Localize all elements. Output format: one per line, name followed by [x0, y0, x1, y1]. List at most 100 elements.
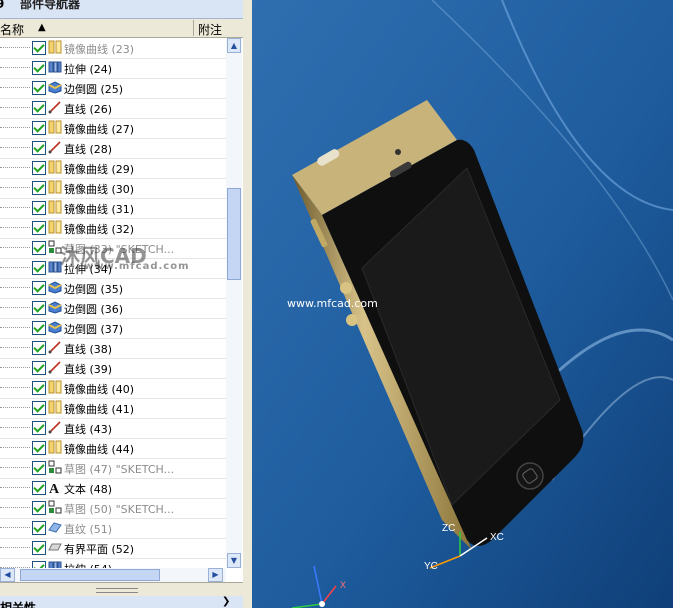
visibility-checkbox[interactable] — [32, 321, 46, 335]
visibility-checkbox[interactable] — [32, 81, 46, 95]
edge-blend-icon — [48, 280, 62, 294]
visibility-checkbox[interactable] — [32, 481, 46, 495]
tree-row[interactable]: 有界平面 (52) — [0, 538, 226, 559]
visibility-checkbox[interactable] — [32, 201, 46, 215]
tree-row-label: 拉伸 (24) — [64, 63, 113, 76]
tree-row[interactable]: 边倒圆 (36) — [0, 298, 226, 319]
visibility-checkbox[interactable] — [32, 101, 46, 115]
tree-connector-line — [0, 447, 30, 448]
column-header: 名称 ▲ 附注 — [0, 19, 243, 38]
tree-row[interactable]: 边倒圆 (35) — [0, 278, 226, 299]
visibility-checkbox[interactable] — [32, 61, 46, 75]
visibility-checkbox[interactable] — [32, 401, 46, 415]
scroll-thumb[interactable] — [227, 188, 241, 280]
pin-icon[interactable]: 9 — [0, 0, 4, 11]
tree-connector-line — [0, 347, 30, 348]
tree-row[interactable]: 镜像曲线 (27) — [0, 118, 226, 139]
expand-chevron-icon[interactable]: ❯ — [222, 596, 230, 607]
scroll-down-button[interactable]: ▼ — [227, 553, 241, 568]
sort-ascending-icon[interactable]: ▲ — [38, 22, 46, 33]
column-attach-header[interactable]: 附注 — [198, 21, 222, 38]
mirror-curve-icon — [48, 400, 62, 414]
tree-connector-line — [0, 147, 30, 148]
url-caption: www.mfcad.com — [287, 297, 378, 310]
tree-row[interactable]: 边倒圆 (37) — [0, 318, 226, 339]
tree-row[interactable]: 镜像曲线 (31) — [0, 198, 226, 219]
tree-row[interactable]: 镜像曲线 (41) — [0, 398, 226, 419]
tree-row-label: 镜像曲线 (41) — [64, 403, 135, 416]
tree-row-label: 镜像曲线 (32) — [64, 223, 135, 236]
dependency-panel-title-bar[interactable]: 相关性 ❯ — [0, 596, 243, 608]
visibility-checkbox[interactable] — [32, 141, 46, 155]
visibility-checkbox[interactable] — [32, 441, 46, 455]
visibility-checkbox[interactable] — [32, 301, 46, 315]
tree-connector-line — [0, 387, 30, 388]
tree-row[interactable]: 镜像曲线 (23) — [0, 38, 226, 59]
tree-row-label: 边倒圆 (37) — [64, 323, 124, 336]
tree-connector-line — [0, 207, 30, 208]
tree-row[interactable]: 直线 (39) — [0, 358, 226, 379]
visibility-checkbox[interactable] — [32, 181, 46, 195]
scroll-right-button[interactable]: ▶ — [208, 568, 223, 582]
visibility-checkbox[interactable] — [32, 521, 46, 535]
tree-connector-line — [0, 527, 30, 528]
visibility-checkbox[interactable] — [32, 541, 46, 555]
visibility-checkbox[interactable] — [32, 121, 46, 135]
visibility-checkbox[interactable] — [32, 261, 46, 275]
visibility-checkbox[interactable] — [32, 361, 46, 375]
vertical-scrollbar[interactable]: ▲ ▼ — [226, 38, 242, 568]
column-name-header[interactable]: 名称 — [0, 21, 24, 38]
tree-row[interactable]: 镜像曲线 (29) — [0, 158, 226, 179]
tree-connector-line — [0, 487, 30, 488]
splitter-grip-icon[interactable] — [96, 588, 138, 593]
visibility-checkbox[interactable] — [32, 341, 46, 355]
panel-splitter[interactable] — [0, 582, 243, 597]
line-icon — [48, 100, 62, 114]
visibility-checkbox[interactable] — [32, 41, 46, 55]
tree-row[interactable]: 直线 (26) — [0, 98, 226, 119]
visibility-checkbox[interactable] — [32, 461, 46, 475]
ruled-icon — [48, 520, 62, 534]
tree-row[interactable]: 边倒圆 (25) — [0, 78, 226, 99]
horizontal-scrollbar[interactable]: ◀ ▶ — [0, 568, 226, 582]
tree-row-label: 边倒圆 (25) — [64, 83, 124, 96]
hscroll-thumb[interactable] — [20, 569, 160, 581]
visibility-checkbox[interactable] — [32, 561, 46, 568]
tree-row[interactable]: 草图 (47) "SKETCH... — [0, 458, 226, 479]
tree-row[interactable]: 拉伸 (24) — [0, 58, 226, 79]
tree-connector-line — [0, 187, 30, 188]
scroll-up-button[interactable]: ▲ — [227, 38, 241, 53]
tree-row[interactable]: 镜像曲线 (40) — [0, 378, 226, 399]
tree-connector-line — [0, 47, 30, 48]
mirror-curve-icon — [48, 180, 62, 194]
tree-row[interactable]: 拉伸 (54) — [0, 558, 226, 568]
tree-connector-line — [0, 547, 30, 548]
tree-row[interactable]: 镜像曲线 (32) — [0, 218, 226, 239]
visibility-checkbox[interactable] — [32, 381, 46, 395]
scroll-left-button[interactable]: ◀ — [0, 568, 15, 582]
tree-row[interactable]: 镜像曲线 (44) — [0, 438, 226, 459]
visibility-checkbox[interactable] — [32, 161, 46, 175]
mirror-curve-icon — [48, 120, 62, 134]
column-divider[interactable] — [193, 20, 194, 36]
axis-yc-label: YC — [424, 561, 438, 572]
tree-row[interactable]: 草图 (50) "SKETCH... — [0, 498, 226, 519]
tree-row[interactable]: 直线 (43) — [0, 418, 226, 439]
visibility-checkbox[interactable] — [32, 281, 46, 295]
tree-row[interactable]: A 文本 (48) — [0, 478, 226, 499]
visibility-checkbox[interactable] — [32, 241, 46, 255]
tree-row-label: 镜像曲线 (23) — [64, 43, 135, 56]
tree-row[interactable]: 直纹 (51) — [0, 518, 226, 539]
svg-text:A: A — [49, 482, 60, 494]
tree-row[interactable]: 镜像曲线 (30) — [0, 178, 226, 199]
tree-row[interactable]: 直线 (28) — [0, 138, 226, 159]
tree-row[interactable]: 直线 (38) — [0, 338, 226, 359]
visibility-checkbox[interactable] — [32, 421, 46, 435]
edge-blend-icon — [48, 300, 62, 314]
tree-row-label: 镜像曲线 (27) — [64, 123, 135, 136]
edge-blend-icon — [48, 80, 62, 94]
tree-row-label: 直纹 (51) — [64, 523, 113, 536]
tree-row-label: 文本 (48) — [64, 483, 113, 496]
visibility-checkbox[interactable] — [32, 221, 46, 235]
visibility-checkbox[interactable] — [32, 501, 46, 515]
